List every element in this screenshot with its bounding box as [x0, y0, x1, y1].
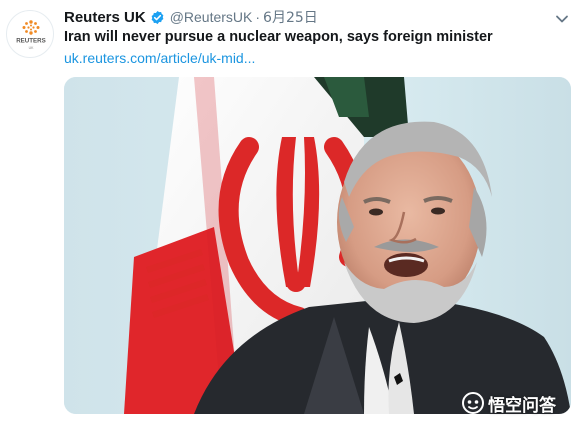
avatar-brand-text: REUTERS	[16, 38, 46, 45]
iranian-minister-photo	[64, 77, 571, 414]
tweet-headline: Iran will never pursue a nuclear weapon,…	[64, 29, 493, 45]
avatar[interactable]: REUTERS UK	[6, 10, 54, 58]
verified-badge-icon	[150, 10, 165, 25]
separator-dot: ·	[255, 9, 261, 25]
reuters-logo-icon: REUTERS UK	[16, 20, 46, 50]
author-name[interactable]: Reuters UK	[64, 9, 146, 26]
watermark-text: 悟空问答	[488, 395, 556, 416]
tweet-photo[interactable]	[64, 77, 571, 414]
wukong-watermark: 悟空问答	[462, 392, 556, 416]
avatar-brand-subtext: UK	[29, 46, 35, 50]
wukong-logo-icon	[462, 392, 484, 414]
tweet-date[interactable]: 6月25日	[263, 7, 318, 27]
article-link[interactable]: uk.reuters.com/article/uk-mid...	[64, 50, 255, 66]
tweet-header: Reuters UK @ReutersUK · 6月25日	[64, 7, 318, 27]
chevron-down-icon[interactable]	[555, 11, 569, 23]
author-handle[interactable]: @ReutersUK	[170, 9, 253, 25]
